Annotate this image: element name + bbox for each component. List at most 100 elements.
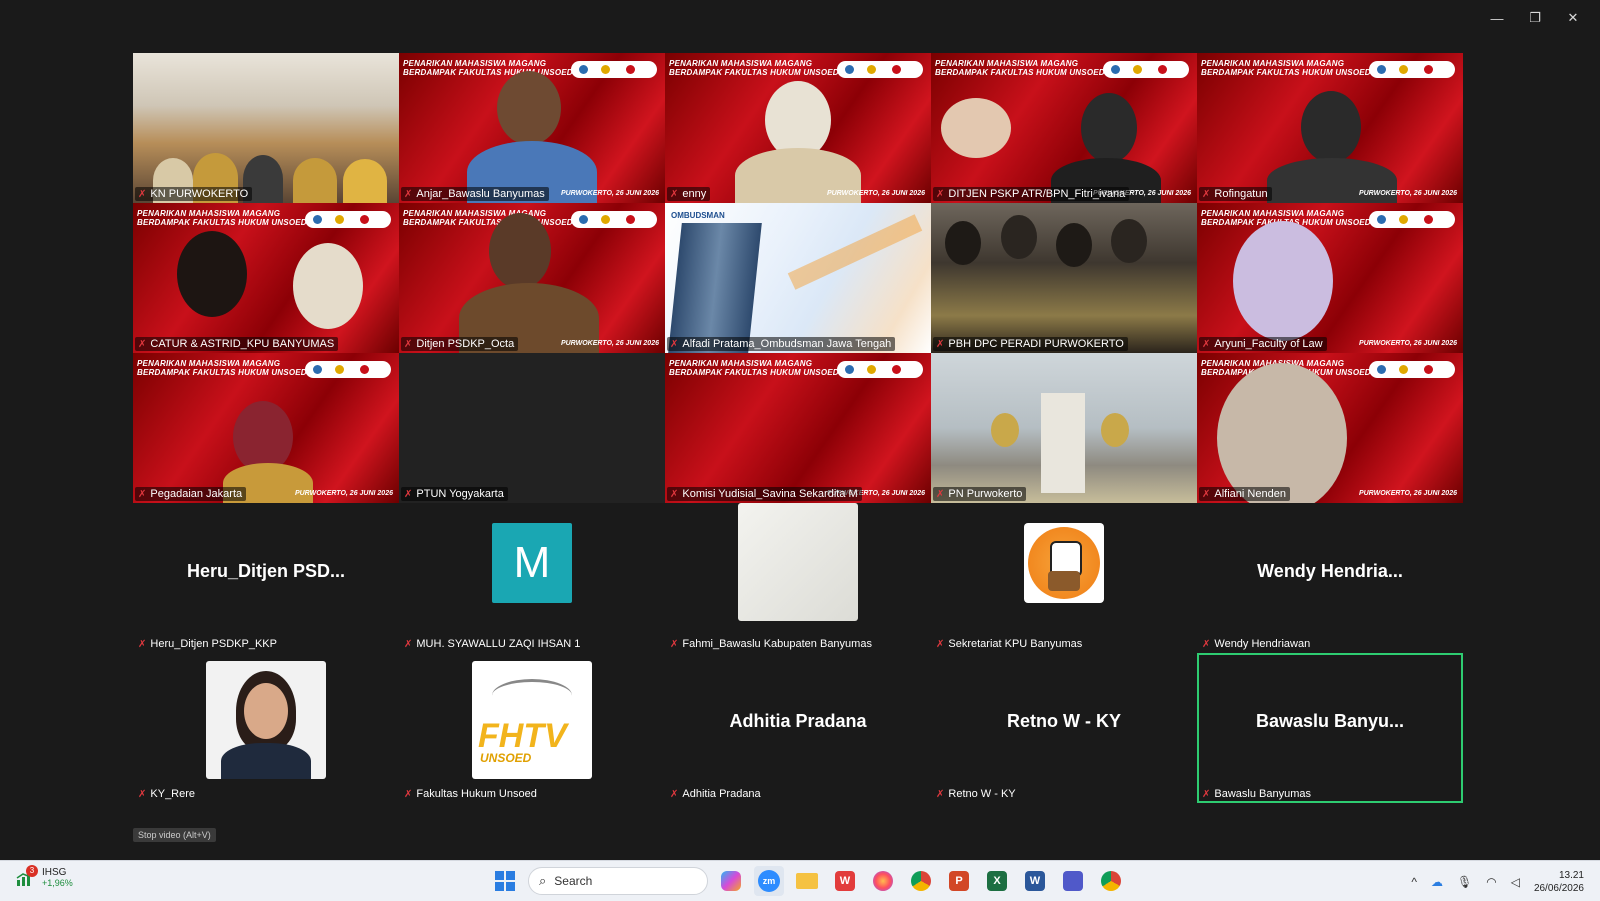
ihsg-change: +1,96%: [42, 878, 73, 888]
participant-name-tag: ✗ DITJEN PSKP ATR/BPN_Fitri_ivana: [933, 187, 1130, 201]
windows-start-icon[interactable]: [490, 866, 520, 896]
sponsor-logos: [1103, 61, 1189, 78]
event-date: PURWOKERTO, 26 JUNI 2026: [826, 190, 925, 197]
wifi-icon[interactable]: ◠: [1486, 875, 1496, 889]
mic-muted-icon: ✗: [1202, 338, 1211, 350]
video-tile[interactable]: ✗ PN Purwokerto: [931, 353, 1197, 503]
participant-name-tag: ✗ MUH. SYAWALLU ZAQI IHSAN 1: [404, 638, 581, 650]
window-controls: — ❐ ✕: [1478, 8, 1592, 28]
excel-icon[interactable]: X: [982, 866, 1012, 896]
mic-muted-icon: ✗: [936, 338, 945, 350]
participant-name-tag: ✗ CATUR & ASTRID_KPU BANYUMAS: [135, 337, 339, 351]
mic-muted-icon: ✗: [670, 638, 679, 650]
wps-office-icon[interactable]: W: [830, 866, 860, 896]
mic-muted-icon: ✗: [670, 338, 679, 350]
participant-name-tag: ✗ Alfadi Pratama_Ombudsman Jawa Tengah: [667, 337, 896, 351]
chevron-up-icon[interactable]: ^: [1411, 875, 1417, 889]
video-tile[interactable]: PENARIKAN MAHASISWA MAGANG BERDAMPAK FAK…: [1197, 353, 1463, 503]
participant-tile[interactable]: Retno W - KY ✗ Retno W - KY: [931, 653, 1197, 803]
event-banner-text: PENARIKAN MAHASISWA MAGANG BERDAMPAK FAK…: [669, 359, 839, 377]
participant-face: [1217, 363, 1347, 503]
participant-display-name: Wendy Hendria...: [1257, 561, 1403, 581]
video-tile[interactable]: ✗ KN PURWOKERTO: [133, 53, 399, 203]
participant-name-tag: ✗ Alfiani Nenden: [1199, 487, 1290, 501]
chrome-profile-icon[interactable]: [1096, 866, 1126, 896]
onedrive-icon[interactable]: ☁: [1431, 875, 1443, 889]
stock-chart-icon: 3: [16, 864, 38, 887]
participant-tile[interactable]: Wendy Hendria... ✗ Wendy Hendriawan: [1197, 503, 1463, 653]
mic-muted-icon: ✗: [404, 638, 413, 650]
speaker-icon[interactable]: ◁: [1511, 875, 1520, 889]
participant-tile[interactable]: FHTV UNSOED ✗ Fakultas Hukum Unsoed: [399, 653, 665, 803]
mic-muted-icon: ✗: [404, 788, 413, 800]
sponsor-logos: [837, 61, 923, 78]
video-tile[interactable]: PENARIKAN MAHASISWA MAGANG BERDAMPAK FAK…: [931, 53, 1197, 203]
video-tile[interactable]: PENARIKAN MAHASISWA MAGANG BERDAMPAK FAK…: [1197, 53, 1463, 203]
sponsor-logos: [571, 61, 657, 78]
minimize-button[interactable]: —: [1478, 8, 1516, 28]
firefox-icon[interactable]: [868, 866, 898, 896]
clock[interactable]: 13.21 26/06/2026: [1534, 869, 1584, 895]
restore-button[interactable]: ❐: [1516, 8, 1554, 28]
chrome-icon[interactable]: [906, 866, 936, 896]
active-speaker-tile[interactable]: Bawaslu Banyu... ✗ Bawaslu Banyumas: [1197, 653, 1463, 803]
event-banner-text: PENARIKAN MAHASISWA MAGANG BERDAMPAK FAK…: [1201, 59, 1371, 77]
mic-muted-icon: ✗: [1202, 638, 1211, 650]
participant-name-tag: ✗ Rofingatun: [1199, 187, 1272, 201]
participant-name-tag: ✗ Anjar_Bawaslu Banyumas: [401, 187, 549, 201]
video-tile[interactable]: ✗ PTUN Yogyakarta: [399, 353, 665, 503]
zoom-icon[interactable]: zm: [754, 866, 784, 896]
video-tile[interactable]: ✗ PBH DPC PERADI PURWOKERTO: [931, 203, 1197, 353]
teams-icon[interactable]: [1058, 866, 1088, 896]
participant-face: [497, 71, 561, 145]
copilot-icon[interactable]: [716, 866, 746, 896]
building-image: [668, 223, 762, 353]
participant-display-name: Retno W - KY: [1007, 711, 1121, 731]
event-banner-text: PENARIKAN MAHASISWA MAGANG BERDAMPAK FAK…: [137, 209, 307, 227]
taskbar: 3 IHSG +1,96% ⌕ Search zm W P X W ^ ☁ 🎙 …: [0, 860, 1600, 901]
file-explorer-icon[interactable]: [792, 866, 822, 896]
video-tile[interactable]: PENARIKAN MAHASISWA MAGANG BERDAMPAK FAK…: [1197, 203, 1463, 353]
video-tile[interactable]: PENARIKAN MAHASISWA MAGANG BERDAMPAK FAK…: [399, 203, 665, 353]
airplane-icon: [492, 679, 572, 712]
video-tile[interactable]: OMBUDSMAN ✗ Alfadi Pratama_Ombudsman Jawa…: [665, 203, 931, 353]
participant-display-name: Heru_Ditjen PSD...: [186, 561, 346, 581]
participant-tile[interactable]: ✗ Fahmi_Bawaslu Kabupaten Banyumas: [665, 503, 931, 653]
stop-video-tooltip: Stop video (Alt+V): [133, 828, 216, 842]
sponsor-logos: [1369, 361, 1455, 378]
ihsg-widget[interactable]: 3 IHSG +1,96%: [16, 864, 73, 888]
participant-tile[interactable]: Heru_Ditjen PSD... ✗ Heru_Ditjen PSDKP_KK…: [133, 503, 399, 653]
word-icon[interactable]: W: [1020, 866, 1050, 896]
taskbar-search[interactable]: ⌕ Search: [528, 867, 708, 895]
mic-muted-icon: ✗: [138, 638, 147, 650]
participant-tile[interactable]: ✗ KY_Rere: [133, 653, 399, 803]
participant-name-tag: ✗ enny: [667, 187, 711, 201]
participant-face: [177, 231, 247, 317]
participant-tile[interactable]: ✗ Sekretariat KPU Banyumas: [931, 503, 1197, 653]
sponsor-logos: [571, 211, 657, 228]
event-date: PURWOKERTO, 26 JUNI 2026: [1358, 190, 1457, 197]
event-banner-text: PENARIKAN MAHASISWA MAGANG BERDAMPAK FAK…: [403, 209, 573, 227]
participant-tile[interactable]: Adhitia Pradana ✗ Adhitia Pradana: [665, 653, 931, 803]
video-tile[interactable]: PENARIKAN MAHASISWA MAGANG BERDAMPAK FAK…: [665, 53, 931, 203]
sponsor-logos: [837, 361, 923, 378]
microphone-icon[interactable]: 🎙: [1457, 875, 1472, 889]
video-tile[interactable]: PENARIKAN MAHASISWA MAGANG BERDAMPAK FAK…: [133, 203, 399, 353]
participant-face: [1001, 215, 1037, 259]
close-button[interactable]: ✕: [1554, 8, 1592, 28]
mic-muted-icon: ✗: [936, 788, 945, 800]
avatar: [738, 503, 858, 621]
participant-name-tag: ✗ Pegadaian Jakarta: [135, 487, 247, 501]
mic-muted-icon: ✗: [404, 188, 413, 200]
video-tile[interactable]: PENARIKAN MAHASISWA MAGANG BERDAMPAK FAK…: [399, 53, 665, 203]
participant-name-tag: ✗ Komisi Yudisial_Savina Sekardita M: [667, 487, 862, 501]
mic-muted-icon: ✗: [670, 488, 679, 500]
participant-face: [945, 221, 981, 265]
video-tile[interactable]: PENARIKAN MAHASISWA MAGANG BERDAMPAK FAK…: [133, 353, 399, 503]
participant-face: [1081, 93, 1137, 163]
sponsor-logos: [305, 361, 391, 378]
powerpoint-icon[interactable]: P: [944, 866, 974, 896]
video-tile[interactable]: PENARIKAN MAHASISWA MAGANG BERDAMPAK FAK…: [665, 353, 931, 503]
participant-tile[interactable]: M ✗ MUH. SYAWALLU ZAQI IHSAN 1: [399, 503, 665, 653]
participant-figure: [293, 158, 337, 203]
